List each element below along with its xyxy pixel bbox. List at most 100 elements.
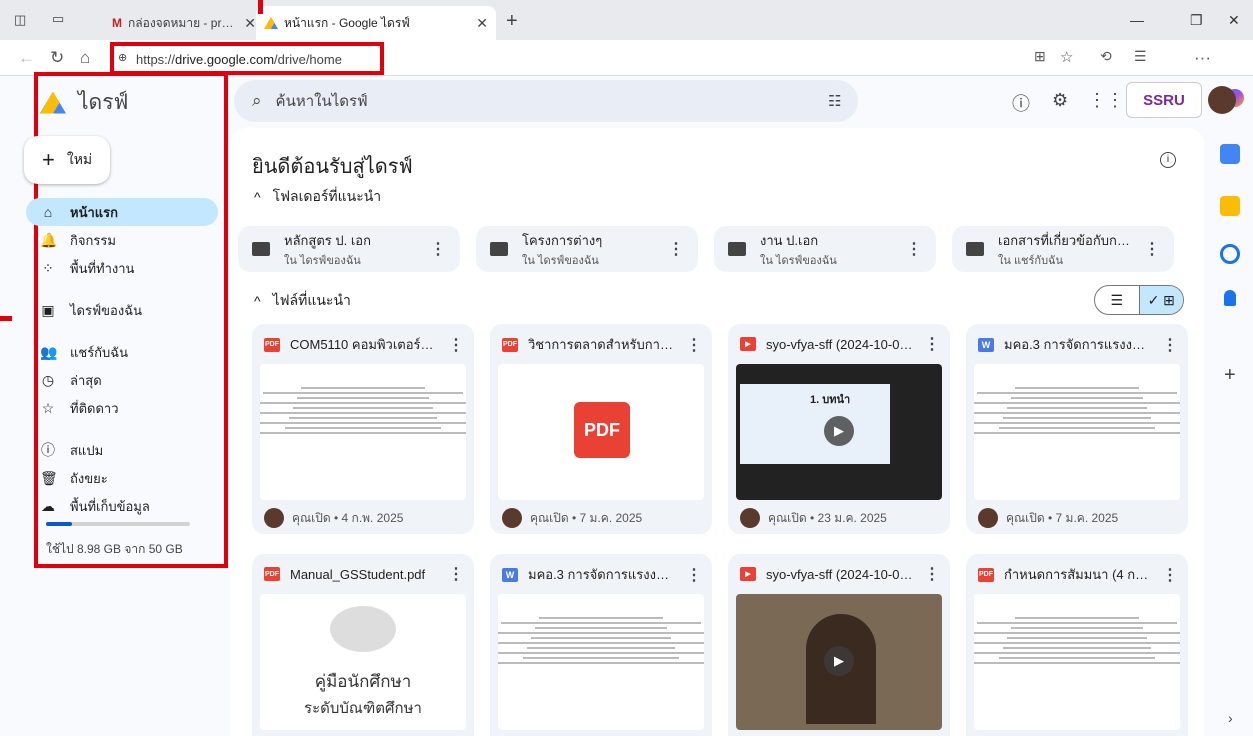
folder-icon: [490, 242, 508, 256]
tab-gmail[interactable]: M กล่องจดหมาย - praiporn.sa@ssru.a ✕: [104, 6, 264, 40]
more-actions-icon[interactable]: ⋮: [924, 334, 940, 354]
file-thumbnail: [260, 364, 466, 500]
org-logo[interactable]: SSRU: [1126, 82, 1202, 118]
sidebar-item[interactable]: ⁘ พื้นที่ทำงาน: [26, 254, 218, 282]
minimize-icon[interactable]: —: [1130, 12, 1144, 28]
refresh-icon[interactable]: ↻: [50, 48, 64, 68]
more-actions-icon[interactable]: ⋮: [448, 335, 464, 355]
favorite-star-icon[interactable]: ☆: [1060, 48, 1073, 66]
file-footer: คุณเปิด • 7 ม.ค. 2025: [502, 508, 642, 528]
more-actions-icon[interactable]: ⋮: [906, 239, 922, 259]
folder-card[interactable]: โครงการต่างๆ ใน ไดรฟ์ของฉัน ⋮: [476, 226, 698, 272]
sidebar-item[interactable]: ◷ ล่าสุด: [26, 366, 218, 394]
chevron-up-icon: ^: [254, 189, 261, 205]
file-name: COM5110 คอมพิวเตอร์สำหรับ...: [290, 337, 438, 352]
add-addon-icon[interactable]: +: [1224, 364, 1236, 387]
file-footer: คุณเปิด • 23 ม.ค. 2025: [740, 508, 887, 528]
tab-title: หน้าแรก - Google ไดรฟ์: [284, 15, 410, 30]
folder-card[interactable]: เอกสารที่เกี่ยวข้อกับการสัมมนา ... ใน แชร…: [952, 226, 1174, 272]
favorites-icon[interactable]: ☰: [1134, 48, 1147, 65]
folder-card[interactable]: งาน ป.เอก ใน ไดรฟ์ของฉัน ⋮: [714, 226, 936, 272]
restore-icon[interactable]: ❐: [1190, 12, 1203, 29]
more-actions-icon[interactable]: ⋮: [1162, 565, 1178, 585]
file-card[interactable]: PDF Manual_GSStudent.pdf ⋮ คู่มือนักศึกษา ระ…: [252, 554, 474, 736]
sidebar-item[interactable]: ⌂ หน้าแรก: [26, 198, 218, 226]
avatar: [978, 508, 998, 528]
file-activity: คุณเปิด • 23 ม.ค. 2025: [768, 510, 887, 525]
keep-icon[interactable]: [1220, 196, 1240, 216]
sidebar-item[interactable]: ☆ ที่ติดดาว: [26, 394, 218, 422]
sidebar-item[interactable]: ⓘ สแปม: [26, 436, 218, 464]
grid-view-button[interactable]: ✓ ⊞: [1138, 286, 1183, 314]
more-actions-icon[interactable]: ⋮: [1162, 335, 1178, 355]
drive-logo[interactable]: ไดรฟ์: [40, 86, 128, 119]
close-icon[interactable]: ✕: [244, 15, 256, 32]
tab-drive[interactable]: หน้าแรก - Google ไดรฟ์ ✕: [256, 6, 496, 40]
more-actions-icon[interactable]: ⋮: [430, 239, 446, 259]
more-actions-icon[interactable]: ⋮: [1144, 239, 1160, 259]
help-icon[interactable]: ⓘ: [1012, 90, 1030, 116]
tab-actions-icon[interactable]: ▭: [52, 11, 64, 27]
account-avatar[interactable]: [1208, 86, 1236, 114]
extensions-icon[interactable]: ⟲: [1100, 48, 1112, 65]
video-thumbnail: ▶: [736, 594, 942, 730]
gmail-icon: M: [112, 16, 122, 30]
contacts-icon[interactable]: [1224, 290, 1236, 306]
folder-name: โครงการต่างๆ: [522, 232, 603, 248]
pdf-icon: PDF: [264, 337, 280, 352]
file-card[interactable]: ▶ syo-vfya-sff (2024-10-05 ... ⋮ 1. บทนำ ▶ คุ…: [728, 324, 950, 534]
sidebar-item[interactable]: ▣ ไดรฟ์ของฉัน: [26, 296, 218, 324]
file-thumbnail: PDF: [498, 364, 704, 500]
search-input[interactable]: ค้นหาในไดรฟ์: [276, 89, 368, 113]
list-view-button[interactable]: ☰: [1095, 286, 1139, 314]
doc-preview-lines: [260, 364, 466, 434]
home-icon[interactable]: ⌂: [80, 48, 90, 68]
file-activity: คุณเปิด • 7 ม.ค. 2025: [1006, 510, 1119, 525]
sidebar-item[interactable]: 🔔 กิจกรรม: [26, 226, 218, 254]
more-actions-icon[interactable]: ⋮: [668, 239, 684, 259]
close-icon[interactable]: ✕: [476, 15, 488, 32]
new-tab-button[interactable]: +: [506, 10, 518, 33]
my-drive-icon: ▣: [41, 301, 55, 318]
file-card[interactable]: PDF COM5110 คอมพิวเตอร์สำหรับ... ⋮ คุณเปิด …: [252, 324, 474, 534]
more-actions-icon[interactable]: ⋮: [686, 335, 702, 355]
play-icon[interactable]: ▶: [824, 416, 854, 446]
file-card[interactable]: W มคอ.3 การจัดการแรงงานสัมพั... ⋮ คุณเปิด •…: [966, 324, 1188, 534]
info-icon[interactable]: i: [1160, 152, 1176, 168]
file-thumbnail: [498, 594, 704, 730]
calendar-icon[interactable]: [1220, 144, 1240, 164]
file-thumbnail: [974, 364, 1180, 500]
more-actions-icon[interactable]: ⋮: [686, 565, 702, 585]
sidebar-item[interactable]: ☁ พื้นที่เก็บข้อมูล: [26, 492, 218, 520]
file-card[interactable]: PDF วิชาการตลาดสำหรับการบริหาร... ⋮ PDF คุณเ…: [490, 324, 712, 534]
folder-card[interactable]: หลักสูตร ป. เอก ใน ไดรฟ์ของฉัน ⋮: [238, 226, 460, 272]
split-screen-icon[interactable]: ⊞: [1034, 48, 1046, 65]
settings-icon[interactable]: ⚙: [1052, 90, 1068, 111]
more-actions-icon[interactable]: ⋮: [448, 564, 464, 584]
play-icon[interactable]: ▶: [824, 646, 854, 676]
more-menu-icon[interactable]: ···: [1194, 48, 1211, 68]
file-card[interactable]: ▶ syo-vfya-sff (2024-10-05 ... ⋮ ▶: [728, 554, 950, 736]
section-title: ไฟล์ที่แนะนำ: [272, 292, 351, 308]
trash-icon: 🗑: [40, 469, 58, 486]
sidebar-item[interactable]: 👥 แชร์กับฉัน: [26, 338, 218, 366]
folder-location: ใน แชร์กับฉัน: [998, 254, 1064, 267]
file-activity: คุณเปิด • 7 ม.ค. 2025: [530, 510, 643, 525]
workspaces-icon[interactable]: ◫: [14, 12, 26, 28]
search-options-icon[interactable]: ☷: [828, 92, 841, 110]
search-bar[interactable]: ⌕ ค้นหาในไดรฟ์ ☷: [234, 80, 858, 122]
sidebar-item[interactable]: 🗑 ถังขยะ: [26, 464, 218, 492]
tasks-icon[interactable]: [1220, 244, 1240, 264]
expand-panel-icon[interactable]: ›: [1228, 710, 1233, 726]
search-icon[interactable]: ⌕: [252, 91, 262, 111]
suggested-files-header[interactable]: ^ ไฟล์ที่แนะนำ: [254, 290, 351, 312]
back-icon[interactable]: ←: [18, 48, 35, 68]
file-activity: คุณเปิด • 4 ก.พ. 2025: [292, 510, 404, 525]
file-card[interactable]: W มคอ.3 การจัดการแรงงานสัมพั... ⋮: [490, 554, 712, 736]
apps-grid-icon[interactable]: ⋮⋮: [1088, 90, 1124, 111]
new-button[interactable]: + ใหม่: [24, 136, 110, 184]
file-card[interactable]: PDF กำหนดการสัมมนา (4 กพ.68).... ⋮: [966, 554, 1188, 736]
suggested-folders-header[interactable]: ^ โฟลเดอร์ที่แนะนำ: [254, 186, 381, 208]
more-actions-icon[interactable]: ⋮: [924, 564, 940, 584]
window-close-icon[interactable]: ✕: [1228, 12, 1240, 29]
